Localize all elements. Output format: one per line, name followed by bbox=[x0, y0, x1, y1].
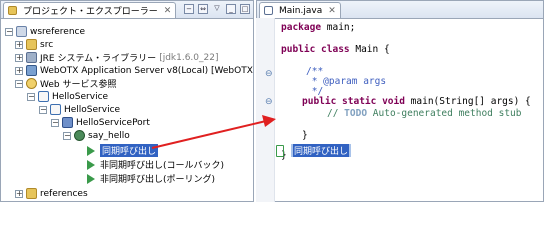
drag-arrow-head-icon bbox=[262, 115, 276, 127]
drag-arrow-overlay bbox=[151, 115, 276, 149]
drag-arrow-line bbox=[151, 120, 267, 149]
